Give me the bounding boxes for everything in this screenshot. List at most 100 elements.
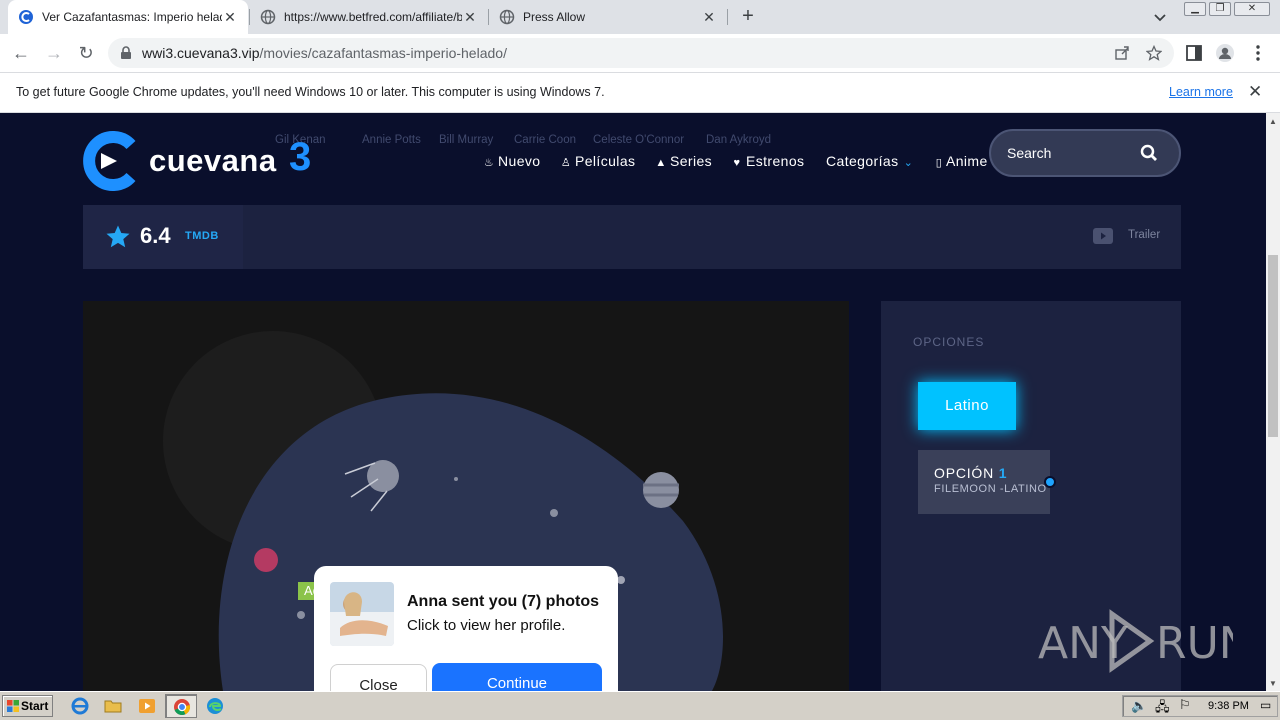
- nav-label: Nuevo: [498, 153, 541, 169]
- server-option-1[interactable]: OPCIÓN 1 FILEMOON -LATINO: [918, 450, 1050, 514]
- logo-number: 3: [289, 135, 312, 179]
- heart-icon: ♥: [733, 157, 741, 169]
- ad-photo-thumbnail[interactable]: [330, 582, 394, 646]
- url-text[interactable]: wwi3.cuevana3.vip/movies/cazafantasmas-i…: [142, 45, 507, 61]
- search-icon[interactable]: [1140, 144, 1158, 162]
- restore-button[interactable]: ❐: [1209, 2, 1231, 16]
- language-latino-button[interactable]: Latino: [918, 382, 1016, 430]
- ad-subline: Click to view her profile.: [407, 617, 566, 634]
- rating-score: 6.4: [140, 223, 171, 248]
- url-host: wwi3.cuevana3.vip: [142, 45, 260, 61]
- anyrun-watermark-logo: ANY RUN: [1038, 609, 1233, 673]
- url-path: /movies/cazafantasmas-imperio-helado/: [259, 45, 507, 61]
- logo-text: cuevana: [149, 143, 277, 178]
- tab-title: Press Allow: [523, 10, 586, 24]
- learn-more-link[interactable]: Learn more: [1169, 85, 1233, 99]
- tab-cuevana[interactable]: Ver Cazafantasmas: Imperio helado ✕: [8, 0, 248, 34]
- tab-close-icon[interactable]: ✕: [222, 9, 238, 26]
- folder-icon[interactable]: [104, 697, 122, 715]
- scrollbar-thumb[interactable]: [1268, 255, 1278, 437]
- side-panel-icon[interactable]: [1184, 43, 1204, 63]
- cast-name[interactable]: Celeste O'Connor: [593, 134, 684, 146]
- back-arrow-icon[interactable]: ←: [10, 42, 32, 64]
- tab-title: Ver Cazafantasmas: Imperio helado: [42, 10, 222, 24]
- new-tab-button[interactable]: +: [738, 5, 758, 29]
- ad-popup[interactable]: Anna sent you (7) photos Click to view h…: [314, 566, 618, 706]
- cast-name[interactable]: Bill Murray: [439, 134, 493, 146]
- internet-explorer-icon[interactable]: [71, 697, 89, 715]
- infobar-message: To get future Google Chrome updates, you…: [16, 85, 605, 99]
- forward-arrow-icon[interactable]: →: [43, 42, 65, 64]
- option-number: 1: [998, 465, 1008, 481]
- share-icon[interactable]: [1114, 45, 1130, 61]
- nav-peliculas[interactable]: ♙ Películas: [560, 153, 635, 169]
- start-button[interactable]: Start: [2, 695, 53, 717]
- rating-bar: 6.4 TMDB Trailer: [83, 205, 1181, 269]
- nav-label: Categorías: [826, 153, 899, 169]
- infobar-close-icon[interactable]: ✕: [1248, 82, 1262, 102]
- active-indicator-dot: [1044, 476, 1056, 488]
- cuevana-logo-mark-icon: [83, 131, 136, 191]
- youtube-icon[interactable]: [1093, 228, 1113, 244]
- cuevana-favicon-icon: [19, 10, 33, 24]
- option-server: FILEMOON -LATINO: [934, 483, 1047, 495]
- update-infobar: To get future Google Chrome updates, you…: [0, 72, 1280, 113]
- lock-icon[interactable]: [120, 46, 132, 60]
- profile-avatar-icon[interactable]: [1215, 43, 1235, 63]
- scroll-up-arrow-icon[interactable]: ▲: [1269, 117, 1277, 126]
- windows-flag-icon: [7, 700, 19, 712]
- tab-close-icon[interactable]: ✕: [701, 9, 717, 26]
- scroll-down-arrow-icon[interactable]: ▼: [1269, 679, 1277, 688]
- tab-betfred[interactable]: https://www.betfred.com/affiliate/b ✕: [250, 0, 488, 34]
- cast-name[interactable]: Annie Potts: [362, 134, 421, 146]
- nav-anime[interactable]: ▯ Anime: [935, 153, 988, 169]
- browser-toolbar: ← → ↻ wwi3.cuevana3.vip/movies/cazafanta…: [0, 34, 1280, 72]
- window-close-button[interactable]: ✕: [1234, 2, 1270, 16]
- edge-icon[interactable]: [206, 697, 224, 715]
- nav-series[interactable]: ▲ Series: [655, 153, 712, 169]
- option-label: OPCIÓN: [934, 465, 995, 481]
- person-icon: ♙: [560, 157, 572, 169]
- tab-press-allow[interactable]: Press Allow ✕: [489, 0, 727, 34]
- tab-title: https://www.betfred.com/affiliate/b: [284, 10, 462, 24]
- windows-taskbar: Start 🔈 🖧 ⚐ ▭ 9:38 PM: [0, 691, 1280, 720]
- globe-icon: [260, 9, 276, 25]
- chrome-icon: [174, 699, 191, 715]
- tab-search-chevron-icon[interactable]: [1152, 9, 1168, 25]
- nav-label: Anime: [946, 153, 988, 169]
- svg-text:RUN: RUN: [1156, 618, 1233, 669]
- page-scrollbar[interactable]: ▲ ▼: [1266, 113, 1280, 691]
- nav-categorias[interactable]: Categorías ⌄: [826, 153, 917, 169]
- more-menu-icon[interactable]: [1248, 43, 1268, 63]
- tab-strip: Ver Cazafantasmas: Imperio helado ✕ http…: [0, 0, 1280, 34]
- volume-icon[interactable]: 🔈: [1131, 698, 1147, 714]
- media-player-icon[interactable]: [138, 697, 156, 715]
- network-icon[interactable]: 🖧: [1155, 698, 1170, 720]
- taskbar-clock[interactable]: 9:38 PM: [1208, 700, 1249, 712]
- bookmark-star-icon[interactable]: [1146, 45, 1162, 61]
- reload-icon[interactable]: ↻: [75, 42, 97, 64]
- address-bar[interactable]: wwi3.cuevana3.vip/movies/cazafantasmas-i…: [108, 38, 1174, 68]
- ad-headline: Anna sent you (7) photos: [407, 593, 599, 610]
- page-viewport: Gil Kenan Annie Potts Bill Murray Carrie…: [0, 113, 1266, 691]
- site-logo[interactable]: cuevana 3: [83, 131, 333, 191]
- taskbar-chrome-button[interactable]: [165, 694, 197, 718]
- box-icon: ▯: [935, 157, 943, 169]
- start-label: Start: [21, 699, 49, 713]
- globe-icon: [499, 9, 515, 25]
- star-icon: [106, 225, 130, 248]
- nav-label: Películas: [575, 153, 636, 169]
- trailer-button[interactable]: Trailer: [1128, 229, 1160, 241]
- search-placeholder: Search: [1007, 145, 1052, 161]
- nav-estrenos[interactable]: ♥ Estrenos: [731, 153, 805, 169]
- cast-name[interactable]: Carrie Coon: [514, 134, 576, 146]
- triangle-icon: ▲: [655, 157, 667, 169]
- minimize-button[interactable]: ▁: [1184, 2, 1206, 16]
- nav-nuevo[interactable]: ♨ Nuevo: [483, 153, 540, 169]
- action-center-flag-icon[interactable]: ⚐: [1179, 697, 1191, 713]
- cast-name[interactable]: Dan Aykroyd: [706, 134, 771, 146]
- site-search[interactable]: Search: [989, 129, 1181, 177]
- options-heading: OPCIONES: [913, 335, 985, 349]
- tab-close-icon[interactable]: ✕: [462, 9, 478, 26]
- show-desktop-icon[interactable]: ▭: [1260, 698, 1271, 712]
